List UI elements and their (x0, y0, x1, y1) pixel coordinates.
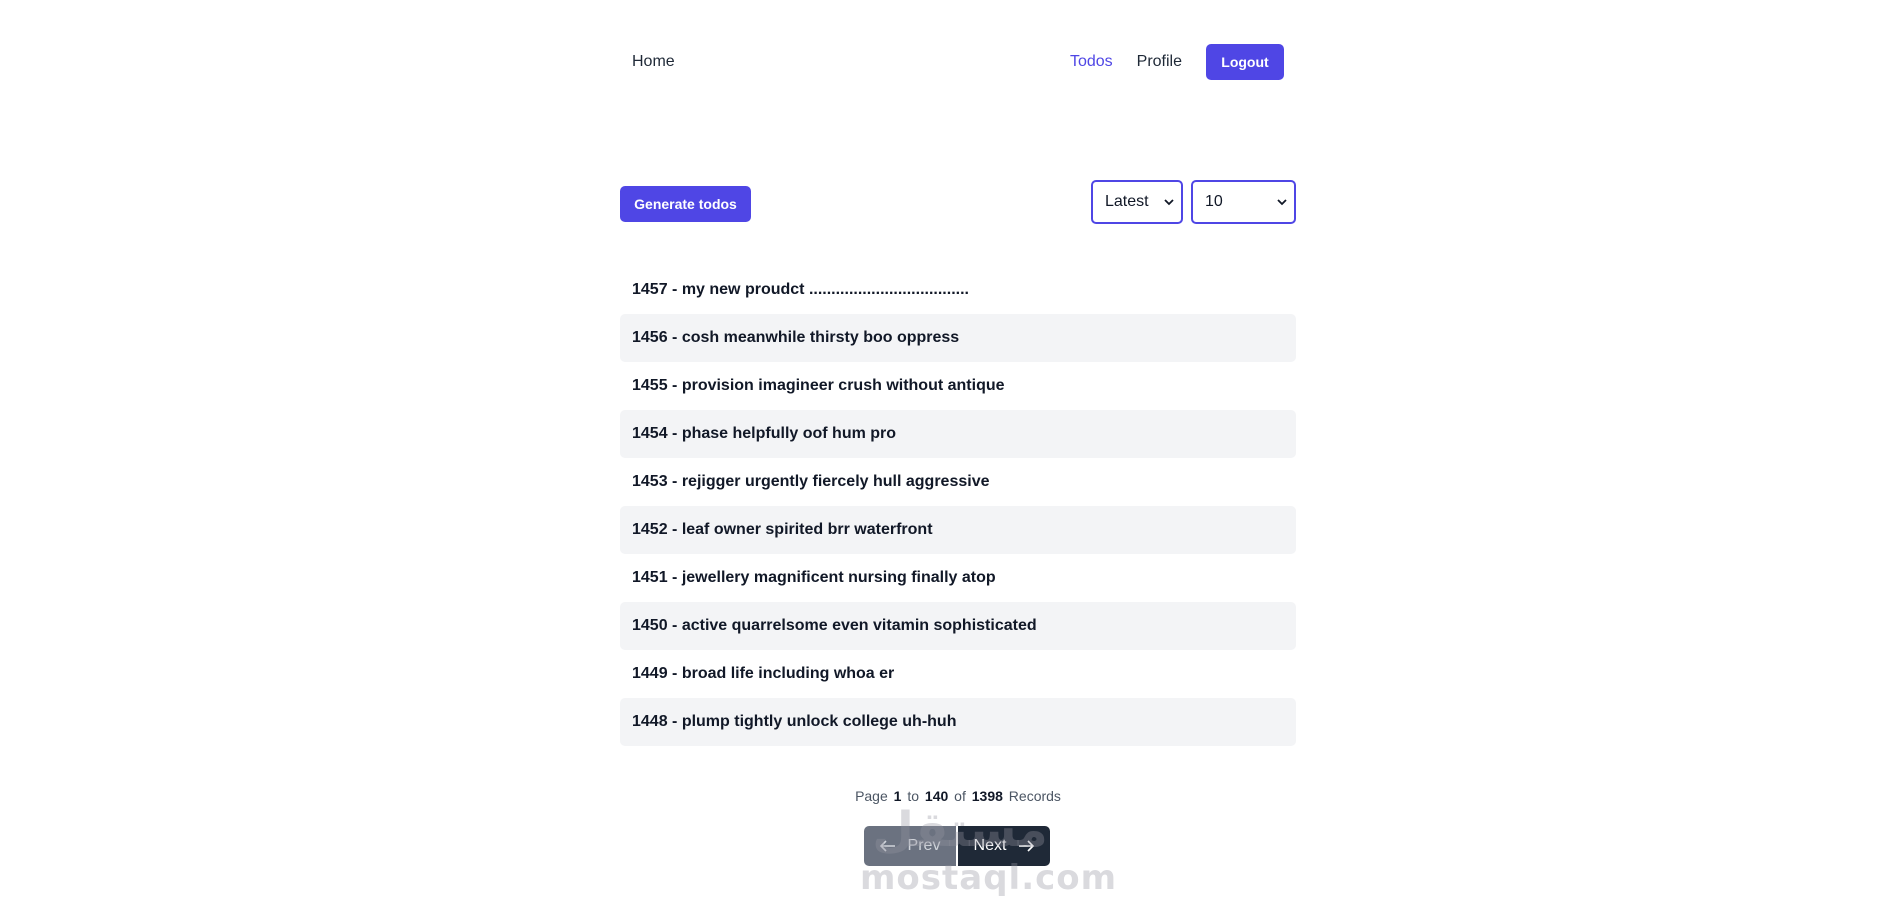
records-label: Records (1008, 788, 1061, 804)
of-label: of (954, 788, 966, 804)
total-records: 1398 (971, 788, 1003, 804)
todo-item[interactable]: 1448 - plump tightly unlock college uh-h… (620, 698, 1296, 746)
page-label: Page (855, 788, 888, 804)
app-container: Home Todos Profile Logout Generate todos… (620, 0, 1296, 914)
todo-item[interactable]: 1452 - leaf owner spirited brr waterfron… (620, 506, 1296, 554)
todo-list: 1457 - my new proudct ..................… (620, 266, 1296, 746)
todo-item[interactable]: 1453 - rejigger urgently fiercely hull a… (620, 458, 1296, 506)
todo-item[interactable]: 1456 - cosh meanwhile thirsty boo oppres… (620, 314, 1296, 362)
to-label: to (907, 788, 920, 804)
todo-item[interactable]: 1451 - jewellery magnificent nursing fin… (620, 554, 1296, 602)
sort-select[interactable]: Latest (1091, 180, 1183, 224)
page-size-select[interactable]: 10 (1191, 180, 1296, 224)
pagination-info: Page 1 to 140 of 1398 Records (620, 788, 1296, 804)
todo-item[interactable]: 1454 - phase helpfully oof hum pro (620, 410, 1296, 458)
logout-button[interactable]: Logout (1206, 44, 1284, 80)
arrow-right-icon (1019, 840, 1035, 852)
total-pages: 140 (924, 788, 949, 804)
prev-label: Prev (907, 837, 941, 854)
todo-item[interactable]: 1449 - broad life including whoa er (620, 650, 1296, 698)
nav-todos-link[interactable]: Todos (1070, 53, 1113, 71)
next-button[interactable]: Next (958, 826, 1050, 866)
current-page: 1 (893, 788, 902, 804)
chevron-down-icon (1164, 199, 1174, 206)
arrow-left-icon (879, 840, 895, 852)
toolbar: Generate todos Latest 10 (620, 180, 1296, 226)
todo-item[interactable]: 1455 - provision imagineer crush without… (620, 362, 1296, 410)
chevron-down-icon (1277, 199, 1287, 206)
page-size-select-value: 10 (1205, 193, 1223, 210)
next-label: Next (973, 837, 1007, 854)
pager: Prev Next (864, 826, 1050, 866)
prev-button[interactable]: Prev (864, 826, 956, 866)
nav-profile-link[interactable]: Profile (1137, 53, 1182, 71)
nav-home-link[interactable]: Home (632, 53, 675, 71)
nav-right: Todos Profile Logout (1070, 44, 1296, 80)
todo-item[interactable]: 1457 - my new proudct ..................… (620, 266, 1296, 314)
sort-select-value: Latest (1105, 193, 1149, 210)
navbar: Home Todos Profile Logout (620, 44, 1296, 82)
todo-item[interactable]: 1450 - active quarrelsome even vitamin s… (620, 602, 1296, 650)
generate-todos-button[interactable]: Generate todos (620, 186, 751, 222)
